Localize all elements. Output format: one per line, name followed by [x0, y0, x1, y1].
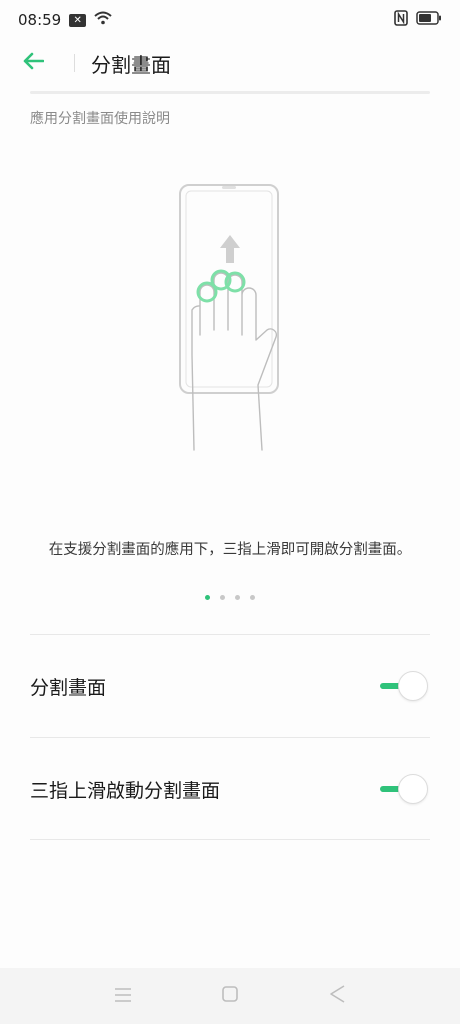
header: 分割畫面 [0, 40, 460, 86]
setting-row-split-screen[interactable]: 分割畫面 [30, 635, 430, 737]
setting-row-three-finger[interactable]: 三指上滑啟動分割畫面 [30, 738, 430, 840]
back-arrow-icon [22, 52, 45, 74]
page-title: 分割畫面 [91, 52, 171, 77]
home-icon [222, 986, 238, 1006]
gesture-illustration [150, 180, 310, 455]
page-dot[interactable] [250, 595, 255, 600]
page-indicator [0, 595, 460, 600]
setting-label: 分割畫面 [30, 676, 107, 699]
menu-button[interactable] [103, 976, 143, 1016]
setting-label: 三指上滑啟動分割畫面 [30, 779, 221, 802]
navigation-bar [0, 968, 460, 1024]
header-divider [74, 54, 75, 72]
notification-x-icon: ✕ [69, 13, 87, 27]
page-dot[interactable] [220, 595, 225, 600]
status-bar: 08:59 ✕ [0, 0, 460, 40]
toggle-knob [398, 774, 428, 804]
back-icon [329, 985, 345, 1007]
header-separator [30, 91, 430, 94]
nfc-icon [394, 10, 408, 30]
gesture-description: 在支援分割畫面的應用下，三指上滑即可開啟分割畫面。 [48, 542, 412, 558]
home-button[interactable] [210, 976, 250, 1016]
back-button[interactable] [22, 43, 70, 83]
menu-icon [114, 987, 132, 1006]
page-dot[interactable] [235, 595, 240, 600]
section-caption: 應用分割畫面使用說明 [30, 111, 170, 127]
back-nav-button[interactable] [317, 976, 357, 1016]
list-divider [30, 839, 430, 840]
toggle-knob [398, 671, 428, 701]
page-dot[interactable] [205, 595, 210, 600]
wifi-icon [94, 11, 112, 29]
status-time: 08:59 [18, 11, 62, 29]
split-screen-toggle[interactable] [380, 670, 430, 702]
battery-icon [416, 11, 442, 29]
three-finger-toggle[interactable] [380, 773, 430, 805]
